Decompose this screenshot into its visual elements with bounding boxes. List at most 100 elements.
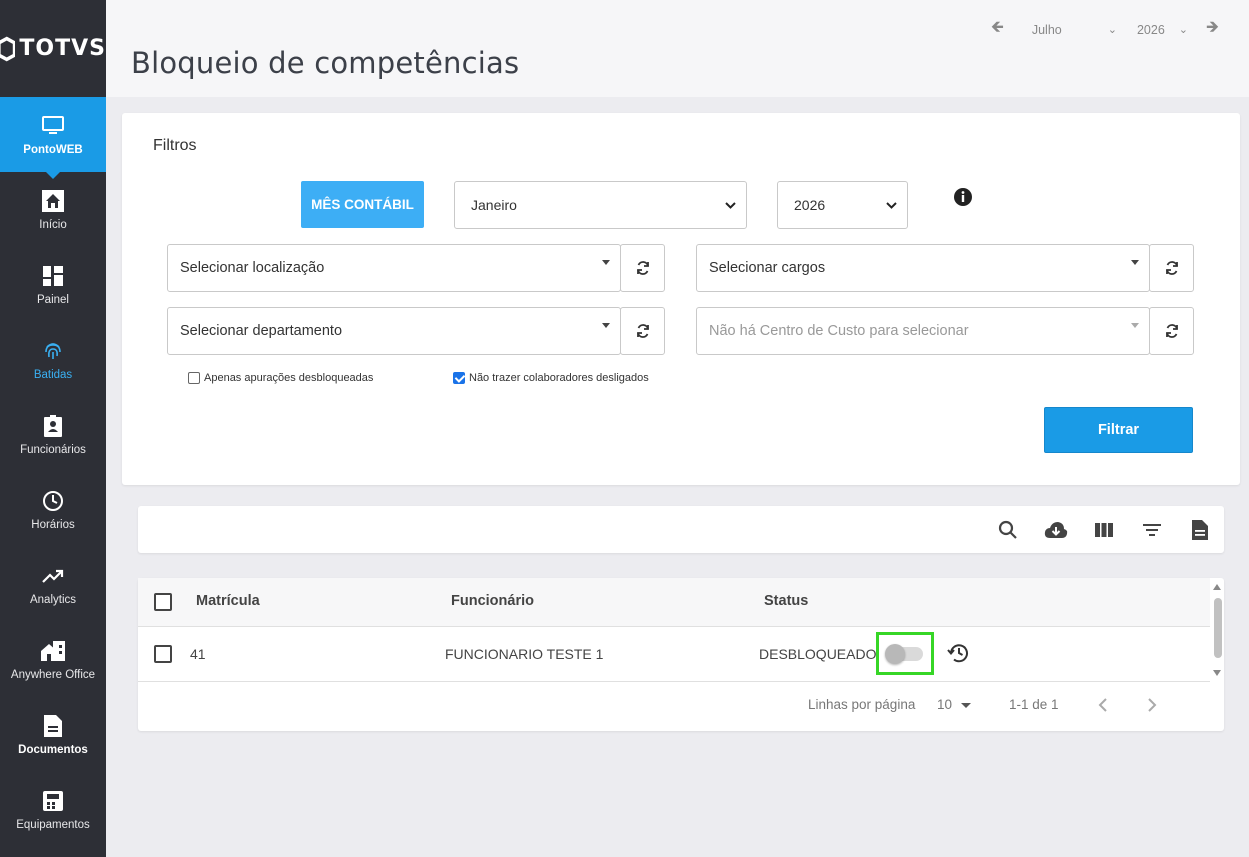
caret-down-icon <box>602 323 610 328</box>
cargos-dropdown[interactable]: Selecionar cargos <box>696 244 1150 292</box>
cloud-download-icon[interactable] <box>1044 518 1068 542</box>
refresh-icon <box>1165 324 1178 338</box>
column-header-matricula[interactable]: Matrícula <box>196 593 260 609</box>
caret-down-icon <box>1131 323 1139 328</box>
select-all-checkbox[interactable] <box>154 593 172 611</box>
sidebar-item-inicio[interactable]: Início <box>0 172 106 247</box>
chevron-down-icon[interactable]: ⌄ <box>1179 23 1188 36</box>
rows-per-page-value: 10 <box>937 697 953 712</box>
chevron-down-icon <box>725 198 736 212</box>
sidebar-item-analytics[interactable]: Analytics <box>0 547 106 622</box>
sidebar: TOTVS PontoWEB Início Painel Batidas Fun… <box>0 0 106 857</box>
sidebar-item-funcionarios[interactable]: Funcionários <box>0 397 106 472</box>
trending-up-icon <box>41 564 65 588</box>
sidebar-item-painel[interactable]: Painel <box>0 247 106 322</box>
refresh-centro-custo-button[interactable] <box>1149 307 1194 355</box>
refresh-icon <box>1165 261 1178 275</box>
nao-trazer-desligados-label: Não trazer colaboradores desligados <box>469 372 649 384</box>
nao-trazer-desligados-option[interactable]: Não trazer colaboradores desligados <box>453 372 649 384</box>
month-filter-select[interactable]: Janeiro <box>454 181 747 229</box>
refresh-cargos-button[interactable] <box>1149 244 1194 292</box>
caret-down-icon <box>961 703 972 708</box>
column-header-funcionario[interactable]: Funcionário <box>451 593 534 609</box>
arrow-right-icon[interactable]: 🡺 <box>1206 16 1219 43</box>
month-select[interactable]: Julho <box>1032 23 1062 37</box>
badge-icon <box>41 414 65 438</box>
sidebar-item-horarios[interactable]: Horários <box>0 472 106 547</box>
page-header: Bloqueio de competências 🡸 Julho ⌄ 2026 … <box>106 0 1249 97</box>
sidebar-item-label: Funcionários <box>20 443 86 456</box>
departamento-placeholder: Selecionar departamento <box>180 323 343 339</box>
pagination: Linhas por página 10 1-1 de 1 <box>138 683 1224 731</box>
year-filter-select[interactable]: 2026 <box>777 181 908 229</box>
document-icon <box>41 714 65 738</box>
page-range: 1-1 de 1 <box>1009 697 1059 712</box>
description-icon[interactable] <box>1188 518 1212 542</box>
period-selector: 🡸 Julho ⌄ 2026 ⌄ 🡺 <box>991 16 1219 43</box>
clock-icon <box>41 489 65 513</box>
sidebar-item-label: Analytics <box>29 593 77 606</box>
nao-trazer-desligados-checkbox[interactable] <box>453 372 465 384</box>
logo-text: TOTVS <box>19 36 106 61</box>
refresh-icon <box>636 324 649 338</box>
cell-matricula: 41 <box>190 646 206 662</box>
sidebar-item-label: Horários <box>31 518 75 531</box>
scroll-up-icon[interactable] <box>1213 584 1221 590</box>
chevron-down-icon <box>886 198 897 212</box>
history-icon[interactable] <box>947 643 969 668</box>
sidebar-item-equipamentos[interactable]: Equipamentos <box>0 772 106 847</box>
chevron-down-icon[interactable]: ⌄ <box>1108 23 1117 36</box>
cell-status: DESBLOQUEADO <box>759 646 877 662</box>
column-header-status[interactable]: Status <box>764 593 808 609</box>
cargos-placeholder: Selecionar cargos <box>709 260 826 276</box>
sidebar-item-pontoweb[interactable]: PontoWEB <box>0 97 106 179</box>
chevron-right-icon[interactable] <box>1147 698 1157 715</box>
year-select[interactable]: 2026 <box>1137 23 1165 37</box>
table-scrollbar[interactable] <box>1210 578 1224 682</box>
table-row[interactable]: 41 FUNCIONARIO TESTE 1 DESBLOQUEADO <box>138 627 1210 682</box>
row-checkbox[interactable] <box>154 645 172 663</box>
sidebar-item-label: Painel <box>37 293 69 306</box>
sidebar-item-batidas[interactable]: Batidas <box>0 322 106 397</box>
scroll-thumb[interactable] <box>1214 598 1222 658</box>
filtrar-button[interactable]: Filtrar <box>1044 407 1193 453</box>
page-title: Bloqueio de competências <box>131 46 520 80</box>
mes-contabil-button[interactable]: MÊS CONTÁBIL <box>301 181 424 228</box>
refresh-icon <box>636 261 649 275</box>
sidebar-item-label: Documentos <box>18 743 88 756</box>
refresh-departamento-button[interactable] <box>620 307 665 355</box>
arrow-left-icon[interactable]: 🡸 <box>991 16 1004 43</box>
chevron-left-icon[interactable] <box>1098 698 1108 715</box>
refresh-localizacao-button[interactable] <box>620 244 665 292</box>
devices-icon <box>41 789 65 813</box>
departamento-dropdown[interactable]: Selecionar departamento <box>167 307 621 355</box>
logo: TOTVS <box>0 0 106 97</box>
scroll-down-icon[interactable] <box>1213 670 1221 676</box>
cell-funcionario: FUNCIONARIO TESTE 1 <box>445 646 604 662</box>
dashboard-icon <box>41 264 65 288</box>
sidebar-item-label: Equipamentos <box>16 818 90 831</box>
apenas-desbloqueadas-checkbox[interactable] <box>188 372 200 384</box>
sidebar-item-anywhere-office[interactable]: Anywhere Office <box>0 622 106 697</box>
year-filter-value: 2026 <box>794 197 826 213</box>
sidebar-item-label: PontoWEB <box>23 143 83 156</box>
columns-icon[interactable] <box>1092 518 1116 542</box>
lock-toggle[interactable] <box>885 643 923 664</box>
filter-list-icon[interactable] <box>1140 518 1164 542</box>
caret-down-icon <box>602 260 610 265</box>
centro-custo-dropdown[interactable]: Não há Centro de Custo para selecionar <box>696 307 1150 355</box>
month-filter-value: Janeiro <box>471 197 517 213</box>
search-icon[interactable] <box>996 518 1020 542</box>
sidebar-item-documentos[interactable]: Documentos <box>0 697 106 772</box>
localizacao-dropdown[interactable]: Selecionar localização <box>167 244 621 292</box>
sidebar-item-label: Início <box>39 218 67 231</box>
rows-per-page-select[interactable]: 10 <box>937 697 972 712</box>
table-header-row: Matrícula Funcionário Status <box>138 578 1210 627</box>
filters-card: Filtros MÊS CONTÁBIL Janeiro 2026 Seleci… <box>122 113 1240 485</box>
data-table: Matrícula Funcionário Status 41 FUNCIONA… <box>138 578 1224 731</box>
apenas-desbloqueadas-option[interactable]: Apenas apurações desbloqueadas <box>188 372 373 384</box>
sidebar-item-label: Batidas <box>33 368 73 381</box>
info-icon[interactable] <box>953 187 973 212</box>
table-toolbar <box>138 506 1224 553</box>
caret-down-icon <box>1131 260 1139 265</box>
